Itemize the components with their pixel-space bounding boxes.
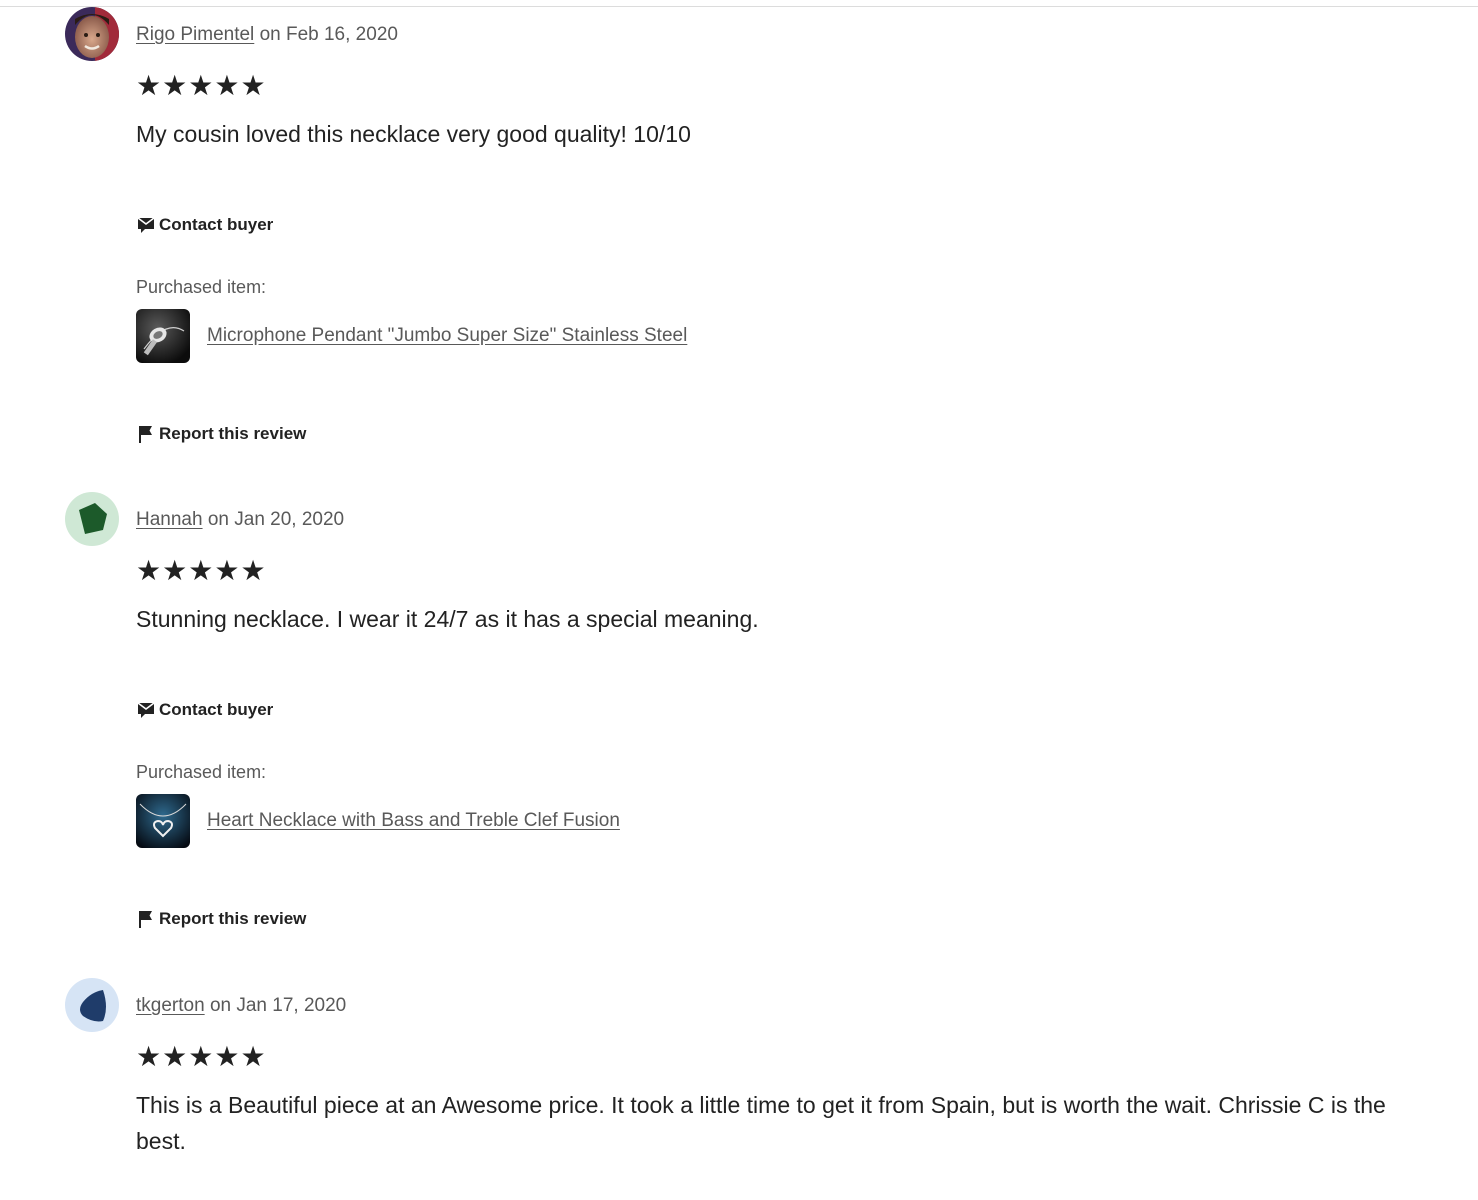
reviewer-avatar[interactable] [65,492,119,546]
reviewer-name-link[interactable]: Rigo Pimentel [136,24,254,45]
flag-icon [139,426,152,443]
review-date: on Jan 20, 2020 [207,509,345,530]
contact-buyer-button[interactable]: Contact buyer [136,700,273,720]
review-text: This is a Beautiful piece at an Awesome … [136,1092,1386,1154]
reviewer-avatar[interactable] [65,7,119,61]
star-rating: ★ ★ ★ ★ ★ [136,556,266,586]
star-icon: ★ [240,69,266,102]
star-icon: ★ [240,1040,266,1073]
review-byline: Rigo Pimentel on Feb 16, 2020 [136,23,398,47]
report-review-label: Report this review [159,424,307,443]
star-icon: ★ [214,69,240,102]
reviewer-name-link[interactable]: Hannah [136,509,203,530]
reviewer-name-link[interactable]: tkgerton [136,995,205,1016]
contact-buyer-label: Contact buyer [159,700,274,719]
review-byline: Hannah on Jan 20, 2020 [136,508,344,532]
star-icon: ★ [162,1040,188,1073]
star-icon: ★ [162,554,188,587]
purchased-item-thumbnail[interactable] [136,309,190,363]
star-icon: ★ [136,1040,162,1073]
message-icon [137,702,155,718]
message-icon [137,217,155,233]
review-byline: tkgerton on Jan 17, 2020 [136,994,346,1018]
contact-buyer-button[interactable]: Contact buyer [136,215,273,235]
flag-icon [139,911,152,928]
purchased-item-link[interactable]: Heart Necklace with Bass and Treble Clef… [207,809,620,833]
purchased-item-link[interactable]: Microphone Pendant "Jumbo Super Size" St… [207,324,687,348]
contact-buyer-label: Contact buyer [159,215,274,234]
purchased-item-thumbnail[interactable] [136,794,190,848]
reviewer-avatar[interactable] [65,978,119,1032]
star-rating: ★ ★ ★ ★ ★ [136,71,266,101]
star-rating: ★ ★ ★ ★ ★ [136,1042,266,1072]
purchased-item-label: Purchased item: [136,762,267,782]
top-divider [0,6,1478,7]
review-text: My cousin loved this necklace very good … [136,121,691,147]
report-review-button[interactable]: Report this review [136,909,306,929]
review-date: on Feb 16, 2020 [259,24,398,45]
star-icon: ★ [188,69,214,102]
star-icon: ★ [240,554,266,587]
star-icon: ★ [188,554,214,587]
star-icon: ★ [162,69,188,102]
review-text: Stunning necklace. I wear it 24/7 as it … [136,606,759,632]
star-icon: ★ [188,1040,214,1073]
review-date: on Jan 17, 2020 [209,995,347,1016]
star-icon: ★ [214,1040,240,1073]
star-icon: ★ [214,554,240,587]
report-review-button[interactable]: Report this review [136,424,306,444]
purchased-item-label: Purchased item: [136,277,267,297]
star-icon: ★ [136,69,162,102]
report-review-label: Report this review [159,909,307,928]
star-icon: ★ [136,554,162,587]
